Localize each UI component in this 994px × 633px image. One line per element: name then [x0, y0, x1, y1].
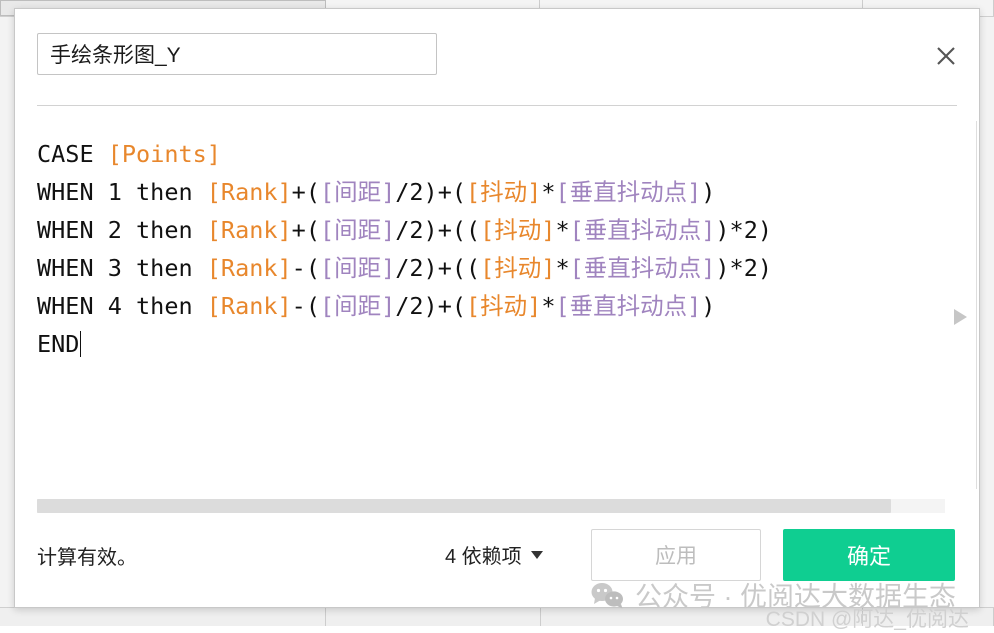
- formula-field-token: [Points]: [108, 140, 221, 168]
- apply-button[interactable]: 应用: [591, 529, 761, 581]
- formula-field-token: [Rank]: [207, 292, 292, 320]
- background-bottom-strip: [0, 607, 994, 626]
- dialog-header: [15, 9, 979, 93]
- formula-text-token: WHEN 1 then: [37, 178, 207, 206]
- formula-text-token: *: [555, 216, 569, 244]
- formula-text-token: *: [541, 178, 555, 206]
- formula-text-token: WHEN 4 then: [37, 292, 207, 320]
- formula-parameter-token: [间距]: [320, 292, 395, 320]
- formula-parameter-token: [间距]: [320, 216, 395, 244]
- header-divider: [37, 105, 957, 106]
- triangle-right-icon-glyph: [949, 305, 971, 329]
- formula-text-token: +(: [292, 216, 320, 244]
- formula-text[interactable]: CASE [Points] WHEN 1 then [Rank]+([间距]/2…: [15, 121, 979, 363]
- formula-parameter-token: [垂直抖动点]: [570, 254, 716, 282]
- formula-text-token: CASE: [37, 140, 108, 168]
- formula-text-token: *: [541, 292, 555, 320]
- bg-bottom-cell-3: [541, 608, 863, 626]
- formula-field-token: [Rank]: [207, 178, 292, 206]
- formula-text-token: /2)+(: [395, 292, 466, 320]
- formula-text-token: )*2): [715, 216, 772, 244]
- formula-text-token: /2)+(: [395, 178, 466, 206]
- formula-text-token: /2)+((: [395, 216, 480, 244]
- formula-parameter-token: [间距]: [320, 178, 395, 206]
- text-cursor: [80, 331, 81, 357]
- formula-text-token: -(: [292, 292, 320, 320]
- close-icon-glyph: [929, 39, 963, 73]
- formula-parameter-token: [垂直抖动点]: [555, 292, 701, 320]
- dependencies-dropdown[interactable]: 4 依赖项: [445, 540, 543, 569]
- formula-field-token: [抖动]: [466, 292, 541, 320]
- formula-parameter-token: [间距]: [320, 254, 395, 282]
- field-name-input[interactable]: [37, 33, 437, 75]
- formula-text-token: /2)+((: [395, 254, 480, 282]
- formula-parameter-token: [垂直抖动点]: [555, 178, 701, 206]
- formula-field-token: [抖动]: [466, 178, 541, 206]
- dependencies-label: 4 依赖项: [445, 540, 522, 569]
- formula-text-token: )*2): [715, 254, 772, 282]
- formula-parameter-token: [垂直抖动点]: [570, 216, 716, 244]
- bg-bottom-cell-2: [326, 608, 541, 626]
- triangle-right-icon[interactable]: [949, 305, 971, 329]
- horizontal-scrollbar-track[interactable]: [37, 499, 945, 513]
- formula-field-token: [Rank]: [207, 254, 292, 282]
- calculated-field-dialog: CASE [Points] WHEN 1 then [Rank]+([间距]/2…: [14, 8, 980, 608]
- formula-text-token: ): [701, 178, 715, 206]
- formula-text-token: *: [555, 254, 569, 282]
- formula-text-token: +(: [292, 178, 320, 206]
- formula-text-token: ): [701, 292, 715, 320]
- close-icon[interactable]: [929, 39, 963, 73]
- bg-bottom-cell-1: [0, 608, 326, 626]
- horizontal-scrollbar-thumb[interactable]: [37, 499, 891, 513]
- formula-text-token: WHEN 3 then: [37, 254, 207, 282]
- formula-text-token: WHEN 2 then: [37, 216, 207, 244]
- bg-bottom-cell-4: [863, 608, 994, 626]
- formula-editor[interactable]: CASE [Points] WHEN 1 then [Rank]+([间距]/2…: [15, 121, 979, 491]
- editor-right-rule: [976, 121, 977, 489]
- validation-status-text: 计算有效。: [37, 541, 137, 570]
- ok-button[interactable]: 确定: [783, 529, 955, 581]
- formula-text-token: END: [37, 330, 79, 358]
- formula-field-token: [抖动]: [480, 216, 555, 244]
- formula-text-token: -(: [292, 254, 320, 282]
- chevron-down-icon: [531, 551, 543, 559]
- formula-field-token: [Rank]: [207, 216, 292, 244]
- dialog-footer: 计算有效。 4 依赖项 应用 确定: [15, 515, 979, 607]
- formula-field-token: [抖动]: [480, 254, 555, 282]
